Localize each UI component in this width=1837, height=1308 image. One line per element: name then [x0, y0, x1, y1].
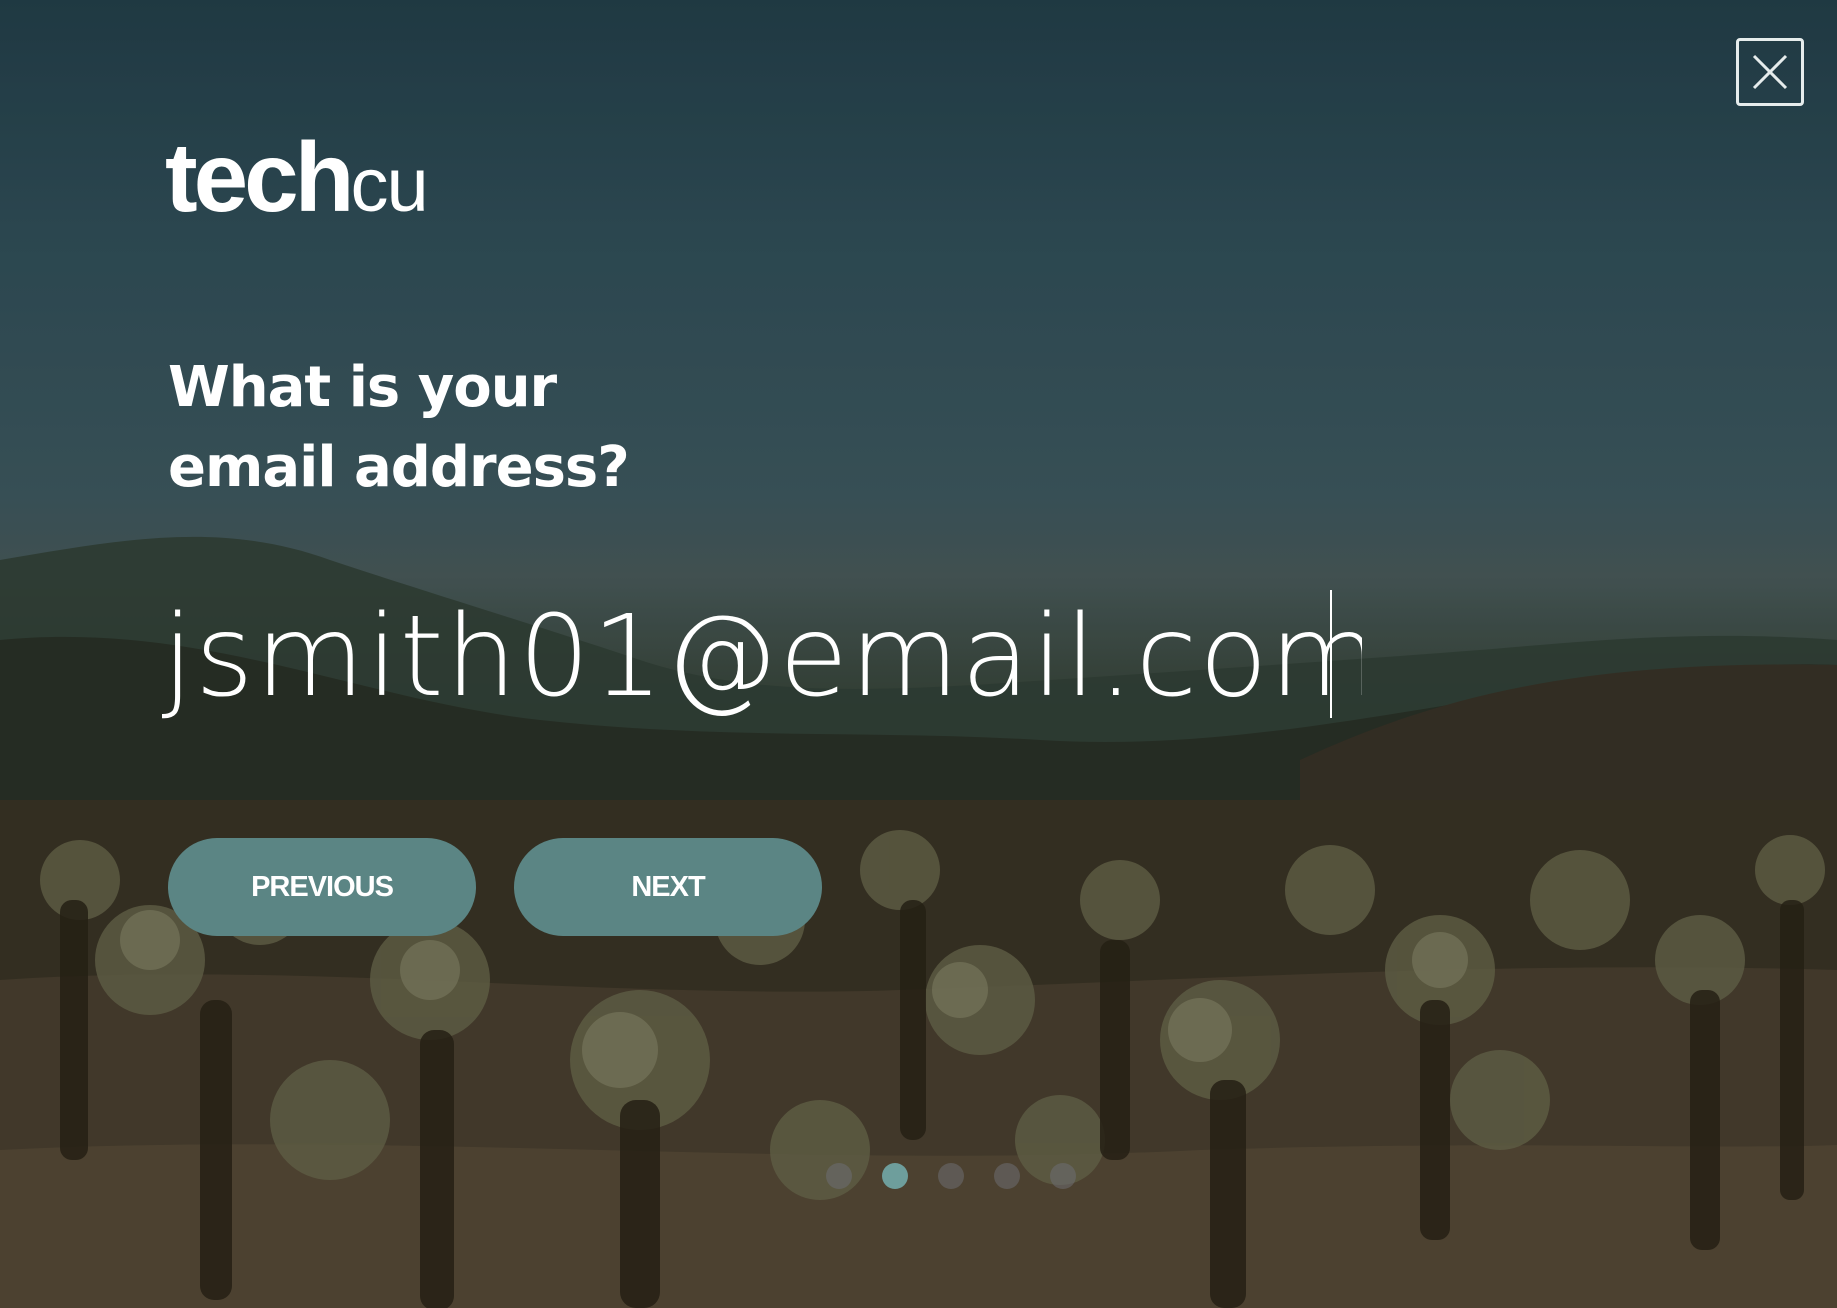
close-button[interactable] — [1736, 38, 1804, 106]
step-dot-4[interactable] — [994, 1163, 1020, 1189]
brand-logo: techcu — [165, 128, 429, 228]
close-icon — [1752, 54, 1788, 90]
step-dot-5[interactable] — [1050, 1163, 1076, 1189]
step-dot-1[interactable] — [826, 1163, 852, 1189]
form-question: What is your email address? — [168, 348, 868, 508]
question-line-1: What is your — [168, 355, 557, 420]
question-line-2: email address? — [168, 435, 630, 500]
logo-bold-text: tech — [165, 122, 355, 232]
logo-light-text: cu — [350, 143, 429, 228]
email-input[interactable] — [162, 582, 1362, 732]
text-cursor — [1330, 590, 1332, 718]
previous-button[interactable]: PREVIOUS — [168, 838, 476, 936]
step-dot-2[interactable] — [882, 1163, 908, 1189]
next-button[interactable]: NEXT — [514, 838, 822, 936]
step-dot-3[interactable] — [938, 1163, 964, 1189]
signup-screen: techcu What is your email address? PREVI… — [0, 0, 1837, 1308]
step-indicator — [826, 1163, 1076, 1189]
